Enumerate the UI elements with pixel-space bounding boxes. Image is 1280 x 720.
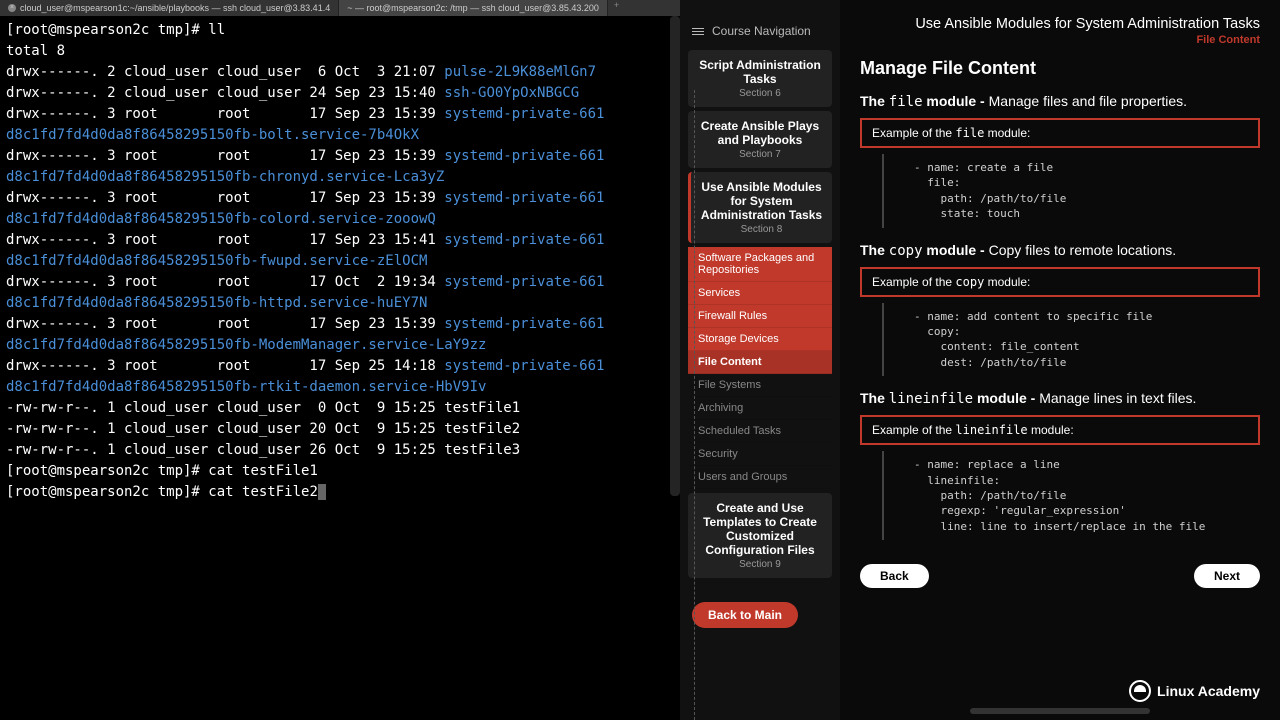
sub-items-upcoming: File Systems Archiving Scheduled Tasks S… [688,374,832,489]
sidebar-item-services[interactable]: Services [688,282,832,305]
back-button[interactable]: Back [860,564,929,588]
nav-header-label: Course Navigation [712,24,811,38]
terminal-output-line: d8c1fd7fd4d0da8f86458295150fb-fwupd.serv… [6,251,674,272]
next-button[interactable]: Next [1194,564,1260,588]
terminal-output-line: d8c1fd7fd4d0da8f86458295150fb-chronyd.se… [6,167,674,188]
sidebar-item-archiving[interactable]: Archiving [688,397,832,420]
command: cat testFile1 [208,463,318,479]
divider [694,90,695,720]
terminal-output-line: d8c1fd7fd4d0da8f86458295150fb-rtkit-daem… [6,377,674,398]
tab-label: ~ — root@mspearson2c: /tmp — ssh cloud_u… [347,3,599,13]
terminal-tab-2[interactable]: ~ — root@mspearson2c: /tmp — ssh cloud_u… [339,0,608,16]
example-box: Example of the file module: [860,118,1260,148]
back-to-main-button[interactable]: Back to Main [692,602,798,628]
terminal-output-line: -rw-rw-r--. 1 cloud_user cloud_user 26 O… [6,440,674,461]
sidebar: Course Navigation Script Administration … [680,0,840,720]
section-8[interactable]: Use Ansible Modules for System Administr… [688,172,832,243]
prompt: [root@mspearson2c tmp]# [6,484,208,500]
command: cat testFile2 [208,484,318,500]
terminal-output-line: drwx------. 3 root root 17 Sep 23 15:39 … [6,104,674,125]
terminal-tab-1[interactable]: × cloud_user@mspearson1c:~/ansible/playb… [0,0,339,16]
terminal-output-line: drwx------. 3 root root 17 Sep 23 15:39 … [6,314,674,335]
content-heading: Manage File Content [860,58,1260,79]
module-description: The copy module - Copy files to remote l… [860,242,1260,259]
sidebar-item-security[interactable]: Security [688,443,832,466]
terminal-output-line: drwx------. 3 root root 17 Sep 23 15:39 … [6,188,674,209]
sidebar-item-storage[interactable]: Storage Devices [688,328,832,351]
tab-label: cloud_user@mspearson1c:~/ansible/playboo… [20,3,330,13]
sidebar-item-users[interactable]: Users and Groups [688,466,832,489]
sidebar-item-packages[interactable]: Software Packages and Repositories [688,247,832,282]
terminal-output-line: d8c1fd7fd4d0da8f86458295150fb-colord.ser… [6,209,674,230]
section-9[interactable]: Create and Use Templates to Create Custo… [688,493,832,578]
code-block: - name: create a file file: path: /path/… [882,154,1260,228]
course-pane: Course Navigation Script Administration … [680,0,1280,720]
command: ll [208,22,225,38]
sidebar-item-firewall[interactable]: Firewall Rules [688,305,832,328]
brand-footer: Linux Academy [1129,680,1260,702]
sidebar-item-filesystems[interactable]: File Systems [688,374,832,397]
terminal-output-line: d8c1fd7fd4d0da8f86458295150fb-httpd.serv… [6,293,674,314]
brand-icon [1129,680,1151,702]
tab-bar: × cloud_user@mspearson1c:~/ansible/playb… [0,0,680,16]
terminal-output-line: drwx------. 2 cloud_user cloud_user 6 Oc… [6,62,674,83]
terminal-output-line: drwx------. 3 root root 17 Oct 2 19:34 s… [6,272,674,293]
course-nav-header[interactable]: Course Navigation [680,16,840,46]
terminal-output-line: drwx------. 3 root root 17 Sep 23 15:41 … [6,230,674,251]
section-sub: Section 7 [694,149,826,160]
scrollbar[interactable] [670,16,680,496]
nav-buttons: Back Next [860,564,1260,588]
scrollbar[interactable] [970,708,1150,714]
prompt: [root@mspearson2c tmp]# [6,22,208,38]
close-icon[interactable]: × [8,4,16,12]
section-title: Script Administration Tasks [694,58,826,86]
sidebar-item-scheduled[interactable]: Scheduled Tasks [688,420,832,443]
section-7[interactable]: Create Ansible Plays and Playbooks Secti… [688,111,832,168]
terminal-body[interactable]: [root@mspearson2c tmp]# ll total 8drwx--… [0,16,680,720]
terminal-output-line: drwx------. 3 root root 17 Sep 23 15:39 … [6,146,674,167]
section-title: Use Ansible Modules for System Administr… [697,180,826,222]
terminal-output-line: -rw-rw-r--. 1 cloud_user cloud_user 0 Oc… [6,398,674,419]
section-6[interactable]: Script Administration Tasks Section 6 [688,50,832,107]
terminal-output-line: drwx------. 3 root root 17 Sep 25 14:18 … [6,356,674,377]
example-box: Example of the lineinfile module: [860,415,1260,445]
code-block: - name: replace a line lineinfile: path:… [882,451,1260,540]
module-description: The file module - Manage files and file … [860,93,1260,110]
list-icon [692,26,704,37]
terminal-output-line: total 8 [6,41,674,62]
section-sub: Section 6 [694,88,826,99]
add-tab-button[interactable]: + [608,0,625,16]
code-block: - name: add content to specific file cop… [882,303,1260,377]
page-subtitle: File Content [860,34,1260,46]
terminal-output-line: d8c1fd7fd4d0da8f86458295150fb-ModemManag… [6,335,674,356]
section-sub: Section 9 [694,559,826,570]
brand-label: Linux Academy [1157,683,1260,699]
terminal-pane: × cloud_user@mspearson1c:~/ansible/playb… [0,0,680,720]
section-title: Create Ansible Plays and Playbooks [694,119,826,147]
module-description: The lineinfile module - Manage lines in … [860,390,1260,407]
example-box: Example of the copy module: [860,267,1260,297]
sidebar-item-filecontent[interactable]: File Content [688,351,832,374]
section-sub: Section 8 [697,224,826,235]
terminal-output-line: -rw-rw-r--. 1 cloud_user cloud_user 20 O… [6,419,674,440]
section-title: Create and Use Templates to Create Custo… [694,501,826,557]
terminal-output-line: d8c1fd7fd4d0da8f86458295150fb-bolt.servi… [6,125,674,146]
terminal-output-line: drwx------. 2 cloud_user cloud_user 24 S… [6,83,674,104]
page-title: Use Ansible Modules for System Administr… [860,16,1260,32]
content-area: Use Ansible Modules for System Administr… [840,0,1280,720]
prompt: [root@mspearson2c tmp]# [6,463,208,479]
sub-items-completed: Software Packages and Repositories Servi… [688,247,832,374]
